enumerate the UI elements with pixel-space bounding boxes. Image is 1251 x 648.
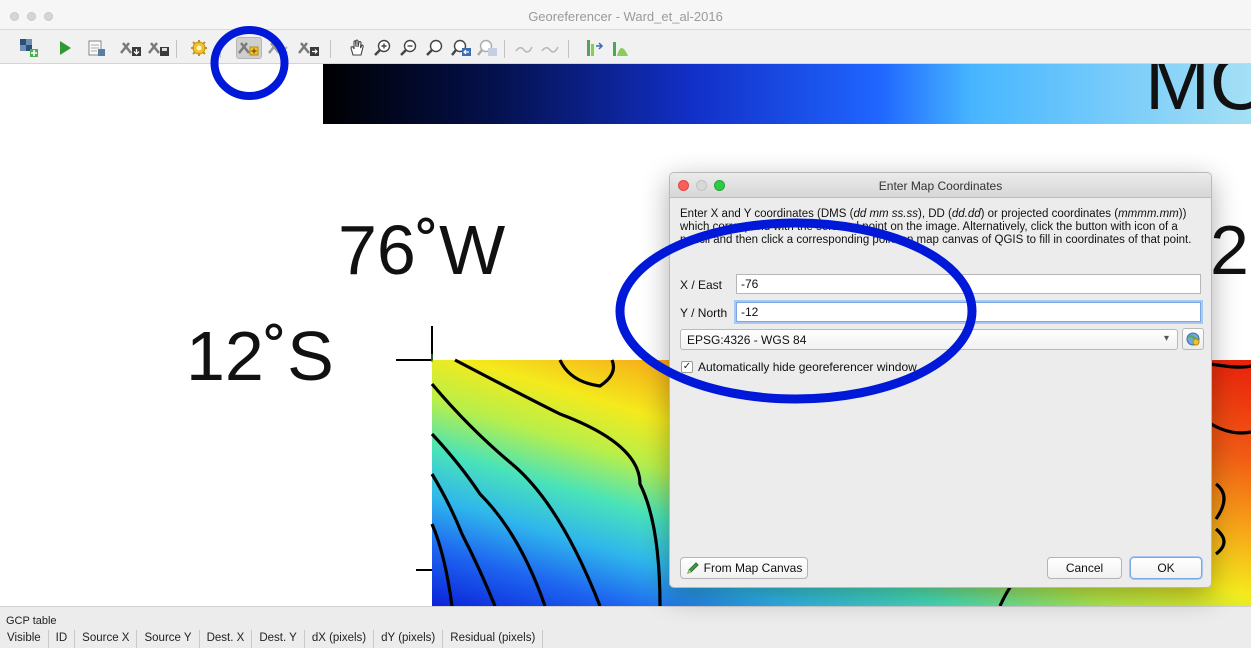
column-header-dy[interactable]: dY (pixels) bbox=[374, 630, 444, 648]
raster-properties-icon[interactable] bbox=[584, 37, 606, 59]
zoom-out-icon[interactable] bbox=[398, 37, 420, 59]
gcp-table-header: Visible ID Source X Source Y Dest. X Des… bbox=[0, 630, 544, 648]
longitude-label: 76˚W bbox=[338, 211, 506, 289]
globe-crs-icon bbox=[1186, 332, 1200, 346]
link-georeferencer-to-qgis-icon[interactable] bbox=[514, 37, 536, 59]
column-header-source-y[interactable]: Source Y bbox=[137, 630, 200, 648]
save-gcp-points-icon[interactable] bbox=[148, 37, 170, 59]
select-crs-button[interactable] bbox=[1182, 328, 1204, 350]
histogram-stretch-icon[interactable] bbox=[610, 37, 632, 59]
open-raster-icon[interactable] bbox=[18, 37, 40, 59]
dialog-titlebar: Enter Map Coordinates bbox=[670, 173, 1211, 198]
zoom-last-icon[interactable] bbox=[450, 37, 472, 59]
latitude-label: 12˚S bbox=[186, 317, 334, 395]
column-header-source-x[interactable]: Source X bbox=[75, 630, 138, 648]
load-gcp-points-icon[interactable] bbox=[120, 37, 142, 59]
pencil-icon bbox=[686, 562, 699, 574]
ok-button[interactable]: OK bbox=[1130, 557, 1202, 579]
gcp-table-title: GCP table bbox=[6, 615, 57, 627]
georeferencer-toolbar bbox=[0, 30, 1251, 64]
zoom-next-icon[interactable] bbox=[476, 37, 498, 59]
column-header-id[interactable]: ID bbox=[49, 630, 76, 648]
gcp-table-panel: GCP table Visible ID Source X Source Y D… bbox=[0, 606, 1251, 648]
window-titlebar: Georeferencer - Ward_et_al-2016 bbox=[0, 0, 1251, 30]
move-gcp-point-icon[interactable] bbox=[298, 37, 320, 59]
toolbar-annotation-ellipse bbox=[210, 26, 289, 100]
from-map-canvas-label: From Map Canvas bbox=[703, 561, 803, 575]
zoom-in-icon[interactable] bbox=[372, 37, 394, 59]
pan-icon[interactable] bbox=[346, 37, 368, 59]
zoom-to-layer-icon[interactable] bbox=[424, 37, 446, 59]
coordinates-annotation-ellipse bbox=[615, 218, 977, 404]
link-qgis-to-georeferencer-icon[interactable] bbox=[540, 37, 562, 59]
start-georeferencing-icon[interactable] bbox=[54, 37, 76, 59]
column-header-dest-x[interactable]: Dest. X bbox=[200, 630, 253, 648]
map-top-label: MO bbox=[1145, 64, 1251, 126]
column-header-visible[interactable]: Visible bbox=[0, 630, 49, 648]
cancel-button[interactable]: Cancel bbox=[1047, 557, 1122, 579]
dialog-title: Enter Map Coordinates bbox=[878, 179, 1003, 193]
from-map-canvas-button[interactable]: From Map Canvas bbox=[680, 557, 808, 579]
column-header-residual[interactable]: Residual (pixels) bbox=[443, 630, 544, 648]
window-title: Georeferencer - Ward_et_al-2016 bbox=[528, 9, 723, 24]
right-edge-label: 2 bbox=[1210, 211, 1249, 289]
column-header-dx[interactable]: dX (pixels) bbox=[305, 630, 375, 648]
generate-gdal-script-icon[interactable] bbox=[86, 37, 108, 59]
column-header-dest-y[interactable]: Dest. Y bbox=[252, 630, 305, 648]
chevron-down-icon: ▾ bbox=[1163, 333, 1169, 344]
